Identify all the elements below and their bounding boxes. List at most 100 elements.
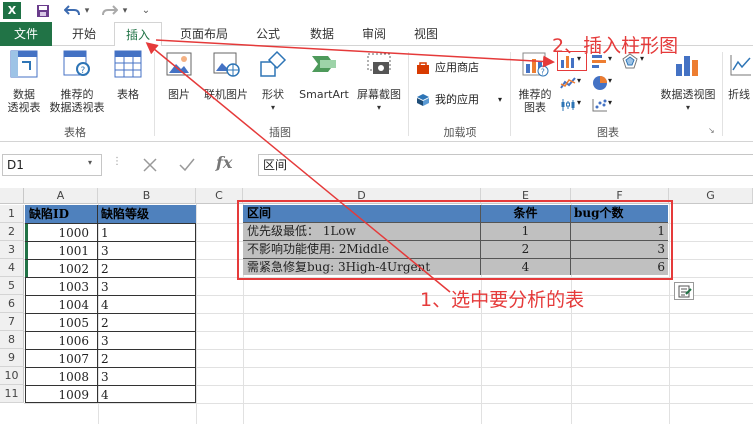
stock-chart-dropdown-icon: ▾: [577, 98, 582, 107]
smartart-button[interactable]: SmartArt: [294, 50, 354, 120]
defect-level-cell[interactable]: 2: [98, 314, 194, 332]
defect-id-cell[interactable]: 1007: [26, 350, 92, 368]
customize-qat-icon[interactable]: ⌄: [140, 2, 152, 20]
tab-file[interactable]: 文件: [0, 22, 52, 46]
row-header[interactable]: 3: [0, 241, 24, 259]
defect-id-cell[interactable]: 1008: [26, 368, 92, 386]
recommended-charts-label-1: 推荐的: [518, 88, 552, 101]
row-header[interactable]: 8: [0, 331, 24, 349]
defect-id-cell[interactable]: 1006: [26, 332, 92, 350]
defect-level-cell[interactable]: 3: [98, 278, 194, 296]
name-box-dropdown-icon[interactable]: ▾: [88, 158, 92, 167]
defect-level-cell[interactable]: 4: [98, 296, 194, 314]
defect-id-cell[interactable]: 1009: [26, 386, 92, 404]
tab-formulas[interactable]: 公式: [244, 22, 292, 46]
defect-level-cell[interactable]: 3: [98, 242, 194, 260]
defect-level-cell[interactable]: 3: [98, 368, 194, 386]
row-header[interactable]: 10: [0, 367, 24, 385]
my-apps-button[interactable]: 我的应用 ▾: [414, 92, 510, 110]
excel-app-icon[interactable]: X: [3, 2, 21, 19]
insert-function-icon[interactable]: fx: [216, 153, 232, 172]
row-header[interactable]: 6: [0, 295, 24, 313]
column-header[interactable]: B: [98, 188, 196, 204]
column-header[interactable]: G: [669, 188, 753, 204]
cancel-icon[interactable]: [142, 157, 158, 173]
defect-id-cell[interactable]: 1001: [26, 242, 92, 260]
recommended-pivot-icon: ?: [63, 50, 90, 76]
defect-id-cell[interactable]: 1002: [26, 260, 92, 278]
row-header[interactable]: 11: [0, 385, 24, 403]
office-store-button[interactable]: 应用商店: [414, 60, 504, 78]
shapes-button[interactable]: 形状 ▾: [254, 50, 292, 120]
redo-dropdown-icon[interactable]: ▾: [120, 2, 130, 20]
line-chart-button[interactable]: ▾: [558, 74, 586, 92]
online-picture-label: 联机图片: [204, 88, 248, 101]
picture-button[interactable]: 图片: [160, 50, 198, 120]
picture-label: 图片: [168, 88, 190, 101]
scatter-chart-button[interactable]: ▾: [590, 96, 616, 114]
row-header[interactable]: 4: [0, 259, 24, 277]
pivot-chart-label: 数据透视图: [660, 88, 716, 101]
smartart-label: SmartArt: [299, 88, 349, 101]
pivot-chart-icon: [676, 56, 698, 76]
pivot-table-label-1: 数据: [13, 88, 35, 101]
name-box[interactable]: D1: [2, 154, 102, 176]
pivot-table-button[interactable]: 数据 透视表: [2, 50, 46, 120]
tab-data[interactable]: 数据: [298, 22, 346, 46]
defect-id-header[interactable]: 缺陷ID: [26, 205, 98, 223]
pivot-chart-button[interactable]: 数据透视图 ▾: [656, 50, 720, 120]
recommended-pivot-button[interactable]: ? 推荐的 数据透视表: [48, 50, 106, 120]
save-icon[interactable]: [34, 2, 52, 20]
defect-table-row-line: [25, 367, 196, 368]
defect-level-cell[interactable]: 3: [98, 332, 194, 350]
redo-icon[interactable]: [100, 2, 120, 20]
worksheet-grid[interactable]: ABCDEFG 1 2 3 4 5 6 7 8 9 10 11 缺陷ID 缺陷等级 1000 1 100…: [0, 188, 753, 424]
undo-dropdown-icon[interactable]: ▾: [82, 2, 92, 20]
defect-level-cell[interactable]: 2: [98, 350, 194, 368]
screenshot-button[interactable]: 屏幕截图 ▾: [354, 50, 404, 120]
row-header[interactable]: 9: [0, 349, 24, 367]
pie-chart-dropdown-icon: ▾: [608, 76, 613, 85]
column-header[interactable]: C: [196, 188, 243, 204]
defect-id-cell[interactable]: 1003: [26, 278, 92, 296]
table-button[interactable]: 表格: [108, 50, 148, 120]
illustrations-group-label: 插图: [269, 126, 291, 139]
enter-icon[interactable]: [178, 157, 196, 173]
quick-analysis-button[interactable]: [674, 282, 694, 300]
area-chart-button[interactable]: ▾: [558, 96, 586, 114]
tab-review[interactable]: 审阅: [350, 22, 398, 46]
screenshot-dropdown-icon: ▾: [376, 103, 381, 112]
defect-level-cell[interactable]: 2: [98, 260, 194, 278]
tab-home[interactable]: 开始: [58, 22, 110, 46]
row-header[interactable]: 5: [0, 277, 24, 295]
pie-chart-button[interactable]: ▾: [590, 74, 616, 92]
charts-dialog-launcher-icon[interactable]: ↘: [708, 126, 718, 136]
defect-id-cell[interactable]: 1000: [26, 224, 92, 242]
row-header[interactable]: 2: [0, 223, 24, 241]
defect-id-cell[interactable]: 1004: [26, 296, 92, 314]
tab-insert[interactable]: 插入: [114, 22, 162, 47]
sparkline-line-label: 折线: [728, 88, 750, 101]
formula-input[interactable]: 区间: [258, 154, 753, 176]
tab-view[interactable]: 视图: [402, 22, 450, 46]
sparkline-line-button[interactable]: 折线: [726, 50, 753, 120]
recommended-charts-label-2: 图表: [524, 101, 546, 114]
my-apps-label: 我的应用: [435, 93, 479, 106]
defect-level-cell[interactable]: 1: [98, 224, 194, 242]
recommended-charts-button[interactable]: ? 推荐的 图表: [514, 50, 556, 120]
defect-id-cell[interactable]: 1005: [26, 314, 92, 332]
table-icon: [114, 50, 142, 78]
online-picture-button[interactable]: 联机图片: [200, 50, 252, 120]
row-header[interactable]: 7: [0, 313, 24, 331]
defect-level-cell[interactable]: 4: [98, 386, 194, 404]
defect-level-header[interactable]: 缺陷等级: [98, 205, 196, 223]
column-header[interactable]: A: [24, 188, 98, 204]
defect-table-row-line: [25, 331, 196, 332]
shapes-icon: [260, 50, 287, 77]
svg-text:?: ?: [81, 66, 86, 76]
select-all-corner[interactable]: [0, 188, 24, 204]
undo-icon[interactable]: [62, 2, 82, 20]
tab-page-layout[interactable]: 页面布局: [172, 22, 236, 46]
row-header[interactable]: 1: [0, 205, 24, 223]
shapes-label: 形状: [262, 88, 284, 101]
